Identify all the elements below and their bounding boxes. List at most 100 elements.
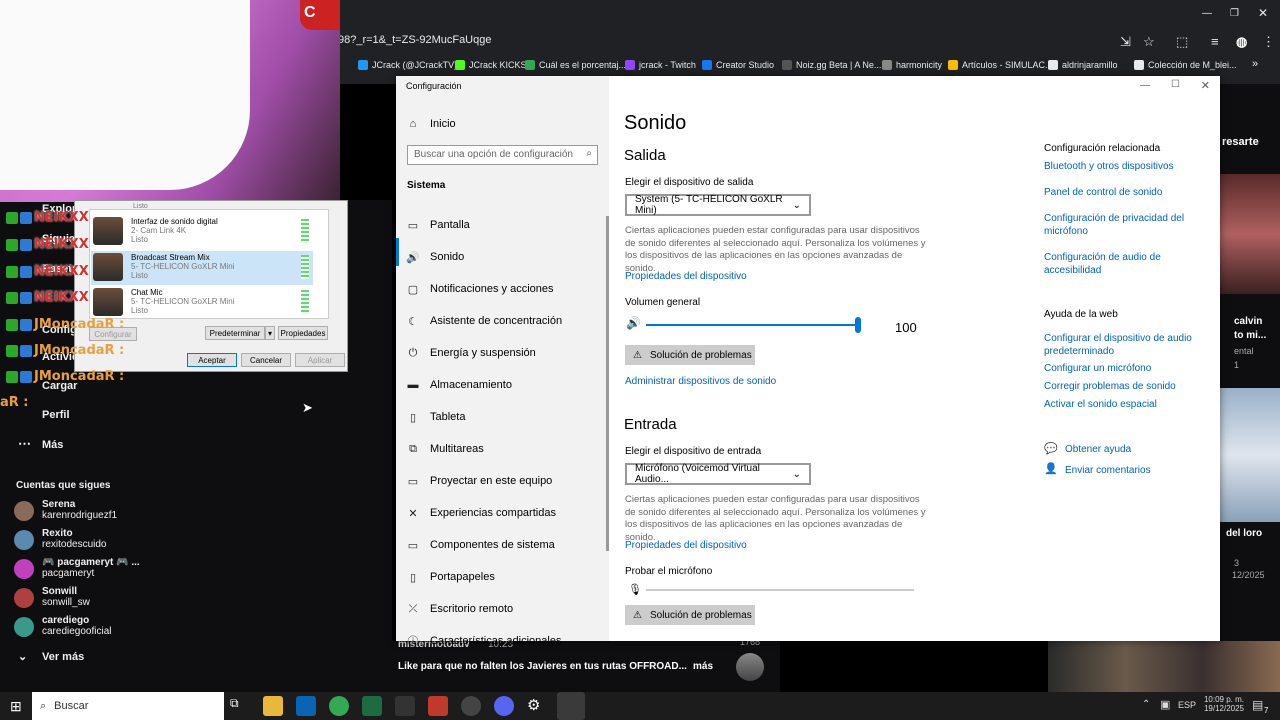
followed-channel[interactable]: carediego carediegooficial (14, 615, 112, 637)
maximize-icon[interactable]: ☐ (1171, 79, 1180, 90)
nav-item-asistente[interactable]: ☾ Asistente de concentración (406, 306, 602, 336)
troubleshoot-output-button[interactable]: ⚠ Solución de problemas (625, 345, 755, 365)
input-device-properties-link[interactable]: Propiedades del dispositivo (625, 540, 747, 553)
output-device-select[interactable]: System (5- TC-HELICON GoXLR Mini) ⌄ (625, 194, 811, 216)
troubleshoot-input-button[interactable]: ⚠ Solución de problemas (625, 605, 755, 625)
menu-profile[interactable]: Perfil (42, 409, 70, 421)
thumbnail[interactable] (1048, 641, 1280, 692)
restore-icon[interactable]: ❐ (1230, 8, 1239, 19)
followed-channel[interactable]: 🎮 pacgameryt 🎮 ... pacgameryt (14, 557, 140, 579)
related-setting-link[interactable]: Configuración de audio de accesibilidad (1044, 252, 1204, 277)
see-more-link[interactable]: Ver más (42, 651, 84, 663)
language-indicator[interactable]: ESP (1178, 700, 1196, 710)
nav-item-componentes[interactable]: ▭ Componentes de sistema (406, 530, 602, 560)
nav-item-proyectar[interactable]: ▭ Proyectar en este equipo (406, 466, 602, 496)
thumbnail[interactable] (1220, 174, 1280, 294)
install-icon[interactable]: ⇲ (1120, 34, 1131, 50)
properties-button[interactable]: Propiedades (278, 326, 328, 340)
menu-more[interactable]: Más (42, 439, 63, 451)
file-explorer-icon[interactable] (263, 696, 283, 716)
minimize-icon[interactable]: — (1140, 80, 1150, 91)
address-bar[interactable]: 98?_r=1&_t=ZS-92MucFaUqge (338, 34, 491, 46)
speaker-icon[interactable]: 🔊 (626, 316, 641, 330)
device-item[interactable]: Interfaz de sonido digital 2- Cam Link 4K… (91, 215, 313, 249)
chevron-up-icon[interactable]: ⌃ (1142, 699, 1150, 710)
related-setting-link[interactable]: Bluetooth y otros dispositivos (1044, 161, 1204, 174)
bookmark-star-icon[interactable]: ☆ (1143, 34, 1155, 50)
followed-channel[interactable]: Sonwill sonwill_sw (14, 586, 90, 608)
cancel-button[interactable]: Cancelar (241, 353, 291, 367)
footer-more[interactable]: más (693, 661, 713, 672)
windows-start-icon[interactable]: ⊞ (10, 698, 22, 715)
extensions-icon[interactable]: ⬚ (1176, 34, 1188, 50)
nav-item-sonido[interactable]: 🔊 Sonido (406, 242, 602, 272)
notification-icon[interactable]: ▤ (1252, 698, 1263, 712)
input-device-select[interactable]: Micrófono (Voicemod Virtual Audio... ⌄ (625, 463, 811, 485)
nav-item-energía[interactable]: ⏻ Energía y suspensión (406, 338, 602, 368)
media-icon[interactable]: ≡ (1211, 34, 1219, 49)
volume-thumb[interactable] (855, 317, 861, 333)
bookmark-item[interactable]: Cuál es el porcentaj... (525, 60, 626, 70)
excel-icon[interactable] (362, 696, 382, 716)
manage-devices-link[interactable]: Administrar dispositivos de sonido (625, 376, 776, 389)
help-link[interactable]: Configurar el dispositivo de audio prede… (1044, 333, 1214, 358)
bookmark-item[interactable]: Artículos - SIMULAC... (948, 60, 1053, 70)
get-help-link[interactable]: Obtener ayuda (1065, 444, 1131, 457)
nav-item-notificaciones[interactable]: ▢ Notificaciones y acciones (406, 274, 602, 304)
more-bookmarks-icon[interactable]: » (1252, 58, 1258, 70)
nav-item-tableta[interactable]: ▯ Tableta (406, 402, 602, 432)
nav-item-multitareas[interactable]: ⧉ Multitareas (406, 434, 602, 464)
bookmark-item[interactable]: Creator Studio (702, 60, 774, 70)
task-view-icon[interactable]: ⧉ (230, 696, 250, 716)
close-icon[interactable]: ✕ (1258, 6, 1268, 20)
app-icon-active[interactable] (557, 692, 585, 720)
chrome-icon[interactable] (329, 696, 349, 716)
thumbnail[interactable] (1220, 388, 1280, 522)
help-link[interactable]: Configurar un micrófono (1044, 363, 1214, 376)
help-link[interactable]: Activar el sonido espacial (1044, 399, 1214, 412)
network-icon[interactable]: ▣ (1160, 698, 1170, 711)
stream-preview[interactable]: C (0, 0, 340, 202)
bookmark-item[interactable]: Noiz.gg Beta | A Ne... (782, 60, 881, 70)
outlook-icon[interactable] (296, 696, 316, 716)
volume-slider[interactable] (646, 317, 861, 333)
settings-search-input[interactable]: Buscar una opción de configuración ⌕ (407, 145, 598, 165)
taskbar-search[interactable]: ⌕ Buscar (32, 692, 224, 720)
avatar[interactable] (736, 653, 764, 681)
followed-channel[interactable]: Rexito rexitodescuido (14, 528, 106, 550)
bookmark-item[interactable]: jcrack - Twitch (625, 60, 696, 70)
bookmark-item[interactable]: JCrack KICKS (455, 60, 527, 70)
followed-channel[interactable]: Serena karenrodriguezf1 (14, 499, 117, 521)
output-device-properties-link[interactable]: Propiedades del dispositivo (625, 271, 747, 284)
chevron-down-icon[interactable]: ▾ (265, 326, 275, 340)
nav-home[interactable]: ⌂ Inicio (406, 109, 602, 139)
app-icon[interactable] (395, 696, 415, 716)
bookmark-item[interactable]: aldrinjaramillo (1048, 60, 1118, 70)
help-link[interactable]: Corregir problemas de sonido (1044, 381, 1214, 394)
nav-item-pantalla[interactable]: ▭ Pantalla (406, 210, 602, 240)
feedback-link[interactable]: Enviar comentarios (1065, 465, 1151, 478)
nav-item-portapapeles[interactable]: ▯ Portapapeles (406, 562, 602, 592)
minimize-icon[interactable]: — (1202, 8, 1212, 19)
bookmark-item[interactable]: harmonicity (882, 60, 942, 70)
bookmark-item[interactable]: JCrack (@JCrackTV)... (358, 60, 465, 70)
app-icon[interactable] (461, 696, 481, 716)
bookmark-item[interactable]: Colección de M_blei... (1134, 60, 1237, 70)
settings-gear-icon[interactable]: ⚙ (527, 696, 547, 716)
nav-item-escritorio[interactable]: ⤫ Escritorio remoto (406, 594, 602, 624)
device-item[interactable]: Chat Mic 5- TC-HELICON GoXLR Mini Listo (91, 286, 313, 320)
profile-icon[interactable]: ◍ (1236, 34, 1247, 50)
app-icon[interactable] (428, 696, 448, 716)
apply-button[interactable]: Aplicar (295, 353, 345, 367)
clock[interactable]: 10:09 p. m. 19/12/2025 (1200, 695, 1244, 713)
menu-icon[interactable]: ⋮ (1262, 34, 1275, 50)
nav-item-almacenamiento[interactable]: ▬ Almacenamiento (406, 370, 602, 400)
related-setting-link[interactable]: Panel de control de sonido (1044, 187, 1204, 200)
set-default-button[interactable]: Predeterminar (205, 326, 265, 340)
related-setting-link[interactable]: Configuración de privacidad del micrófon… (1044, 213, 1204, 238)
discord-icon[interactable] (494, 696, 514, 716)
close-icon[interactable]: ✕ (1201, 79, 1210, 92)
device-item-selected[interactable]: Broadcast Stream Mix 5- TC-HELICON GoXLR … (91, 251, 313, 285)
ok-button[interactable]: Aceptar (187, 353, 237, 367)
nav-item-experiencias[interactable]: ✕ Experiencias compartidas (406, 498, 602, 528)
